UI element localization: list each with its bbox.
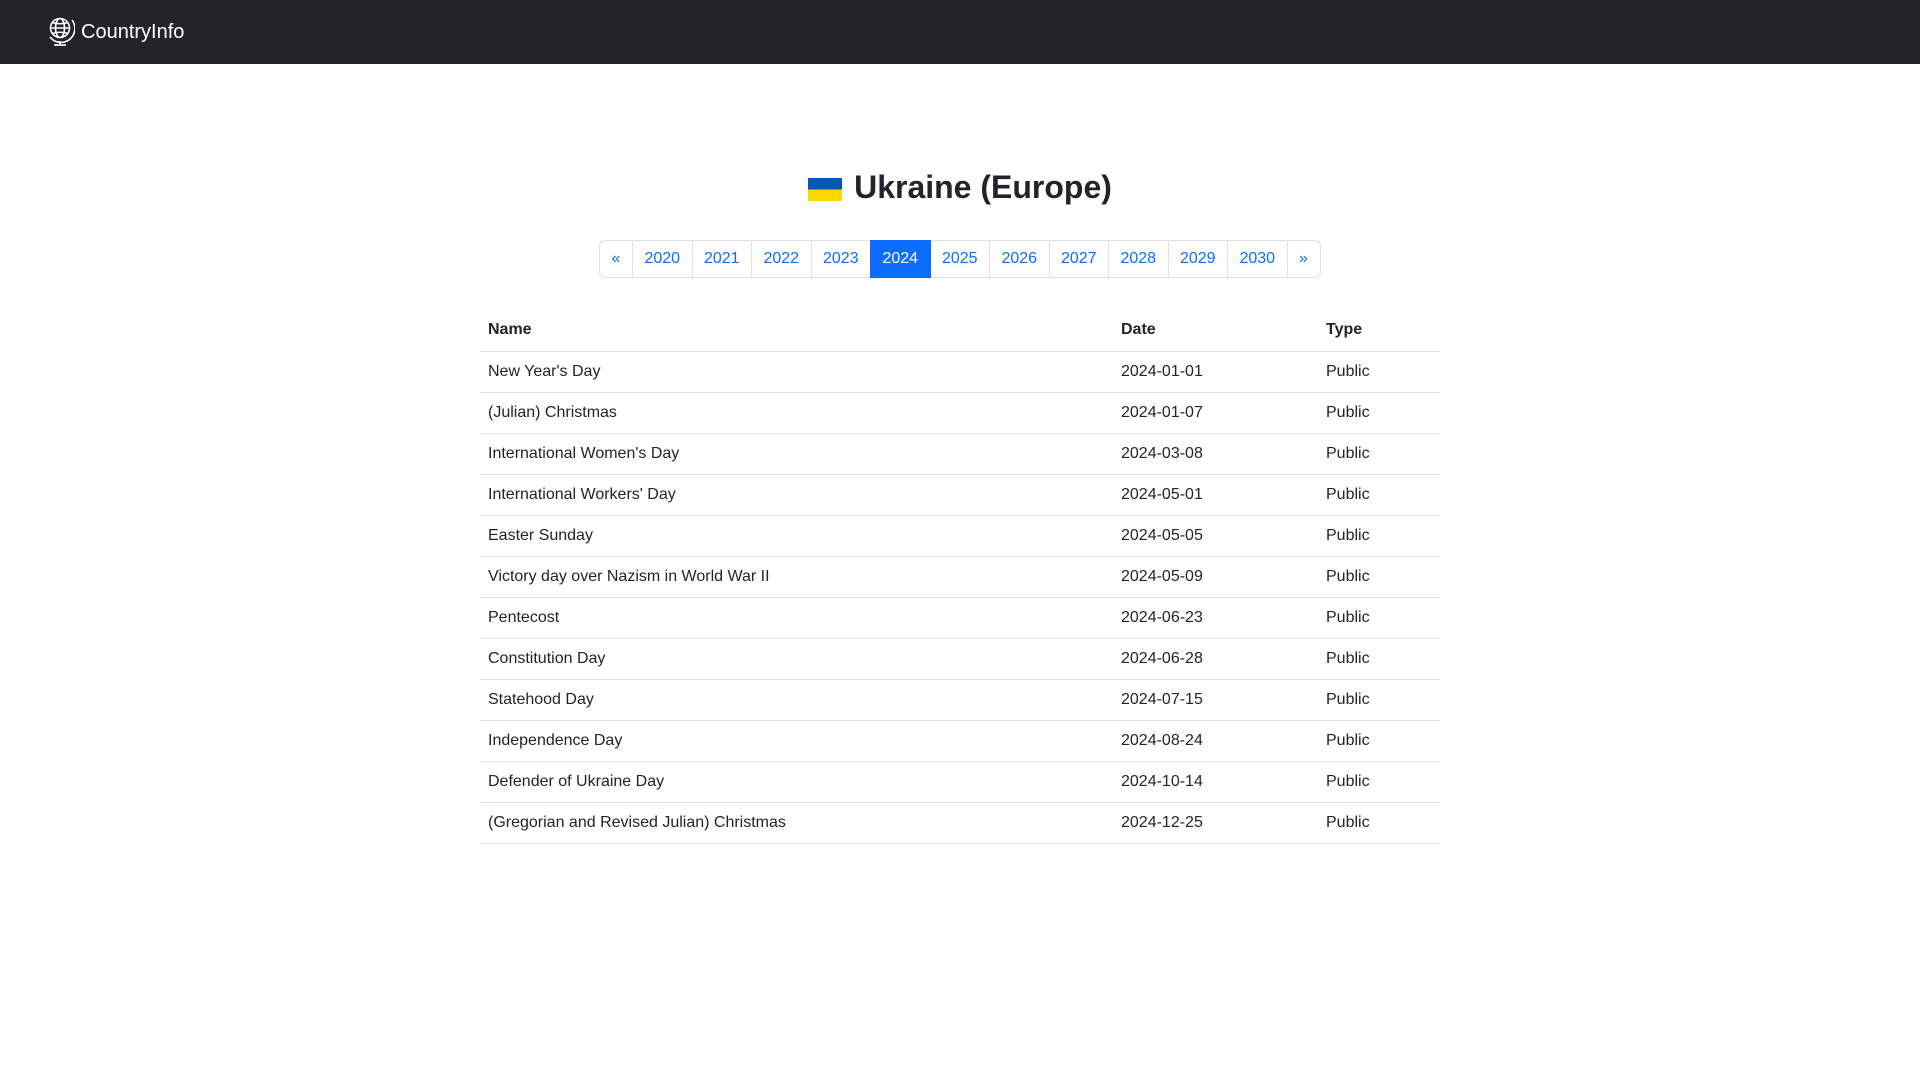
holiday-date-cell: 2024-05-05 [1113, 515, 1318, 557]
holiday-name-cell: (Gregorian and Revised Julian) Christmas [480, 802, 1113, 844]
table-row: Independence Day 2024-08-24 Public [480, 720, 1440, 762]
holiday-type-cell: Public [1318, 351, 1440, 393]
holiday-name-cell: Defender of Ukraine Day [480, 761, 1113, 803]
holiday-type-cell: Public [1318, 474, 1440, 516]
holiday-date-cell: 2024-07-15 [1113, 679, 1318, 721]
pagination-year-2020[interactable]: 2020 [632, 240, 693, 278]
table-row: Constitution Day 2024-06-28 Public [480, 638, 1440, 680]
holiday-date-cell: 2024-08-24 [1113, 720, 1318, 762]
pagination-next-button[interactable]: » [1286, 240, 1321, 278]
holiday-name-cell: Independence Day [480, 720, 1113, 762]
holiday-name-cell: Constitution Day [480, 638, 1113, 680]
holiday-date-cell: 2024-10-14 [1113, 761, 1318, 803]
globe-icon [46, 15, 75, 49]
table-header-row: Name Date Type [480, 310, 1440, 352]
holidays-table: Name Date Type New Year's Day 2024-01-01 P… [480, 310, 1440, 844]
holiday-date-cell: 2024-03-08 [1113, 433, 1318, 475]
navbar: CountryInfo [0, 0, 1920, 64]
pagination-year-2024[interactable]: 2024 [870, 240, 931, 278]
holiday-name-cell: International Women's Day [480, 433, 1113, 475]
table-row: Victory day over Nazism in World War II 2… [480, 556, 1440, 598]
holiday-type-cell: Public [1318, 679, 1440, 721]
pagination-year-2026[interactable]: 2026 [989, 240, 1050, 278]
holiday-type-cell: Public [1318, 556, 1440, 598]
brand-link[interactable]: CountryInfo [46, 15, 184, 49]
page-heading: Ukraine (Europe) [0, 168, 1920, 206]
table-row: Easter Sunday 2024-05-05 Public [480, 515, 1440, 557]
table-row: (Gregorian and Revised Julian) Christmas… [480, 802, 1440, 844]
holiday-date-cell: 2024-06-23 [1113, 597, 1318, 639]
holiday-date-cell: 2024-01-01 [1113, 351, 1318, 393]
holiday-type-cell: Public [1318, 392, 1440, 434]
column-header-date: Date [1113, 310, 1318, 352]
pagination-prev-button[interactable]: « [599, 240, 633, 278]
pagination-year-2030[interactable]: 2030 [1227, 240, 1288, 278]
holiday-date-cell: 2024-12-25 [1113, 802, 1318, 844]
table-row: (Julian) Christmas 2024-01-07 Public [480, 392, 1440, 434]
page-title: Ukraine (Europe) [854, 169, 1112, 205]
column-header-type: Type [1318, 310, 1440, 352]
holiday-name-cell: Pentecost [480, 597, 1113, 639]
holiday-type-cell: Public [1318, 597, 1440, 639]
brand-label: CountryInfo [81, 21, 185, 43]
holiday-date-cell: 2024-01-07 [1113, 392, 1318, 434]
pagination-year-2027[interactable]: 2027 [1048, 240, 1109, 278]
table-row: Statehood Day 2024-07-15 Public [480, 679, 1440, 721]
holiday-type-cell: Public [1318, 761, 1440, 803]
pagination-year-2029[interactable]: 2029 [1167, 240, 1228, 278]
pagination-year-2021[interactable]: 2021 [691, 240, 752, 278]
holiday-type-cell: Public [1318, 638, 1440, 680]
holiday-type-cell: Public [1318, 802, 1440, 844]
table-row: Defender of Ukraine Day 2024-10-14 Public [480, 761, 1440, 803]
column-header-name: Name [480, 310, 1113, 352]
table-row: New Year's Day 2024-01-01 Public [480, 351, 1440, 393]
holiday-date-cell: 2024-05-01 [1113, 474, 1318, 516]
holiday-name-cell: International Workers' Day [480, 474, 1113, 516]
pagination-year-2028[interactable]: 2028 [1108, 240, 1169, 278]
pagination-year-2023[interactable]: 2023 [810, 240, 871, 278]
year-pagination: «2020 2021 2022 2023 2024 2025 2026 2027 2028 202… [599, 240, 1321, 278]
holiday-type-cell: Public [1318, 433, 1440, 475]
holiday-name-cell: Easter Sunday [480, 515, 1113, 557]
holiday-name-cell: Statehood Day [480, 679, 1113, 721]
table-row: International Workers' Day 2024-05-01 Publ… [480, 474, 1440, 516]
holiday-name-cell: (Julian) Christmas [480, 392, 1113, 434]
holiday-type-cell: Public [1318, 515, 1440, 557]
pagination-year-2022[interactable]: 2022 [751, 240, 812, 278]
holiday-name-cell: Victory day over Nazism in World War II [480, 556, 1113, 598]
pagination-year-2025[interactable]: 2025 [929, 240, 990, 278]
holiday-type-cell: Public [1318, 720, 1440, 762]
holiday-date-cell: 2024-06-28 [1113, 638, 1318, 680]
holiday-date-cell: 2024-05-09 [1113, 556, 1318, 598]
ukraine-flag-icon [808, 177, 843, 201]
holiday-name-cell: New Year's Day [480, 351, 1113, 393]
table-row: Pentecost 2024-06-23 Public [480, 597, 1440, 639]
table-row: International Women's Day 2024-03-08 Publi… [480, 433, 1440, 475]
